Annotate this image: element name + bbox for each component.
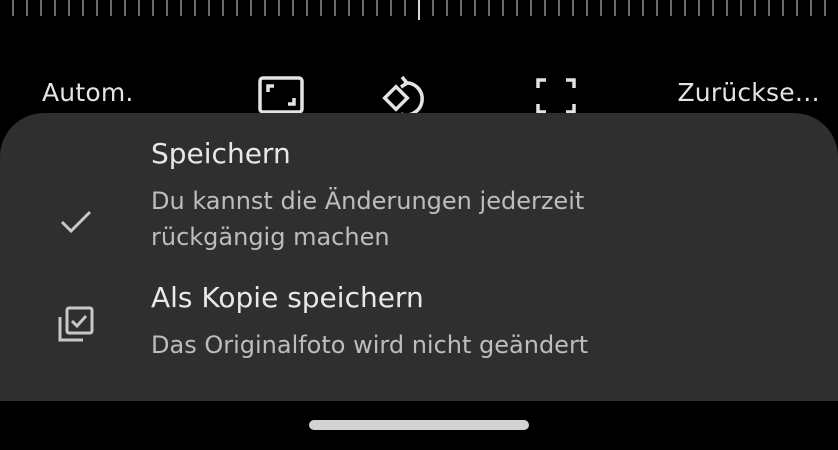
ruler-tick xyxy=(418,0,420,20)
ruler-tick xyxy=(278,0,280,16)
ruler-tick xyxy=(572,0,574,16)
ruler-tick xyxy=(474,0,476,16)
ruler-tick xyxy=(194,0,196,16)
ruler-tick xyxy=(600,0,602,16)
ruler-tick xyxy=(810,0,812,16)
ruler-tick xyxy=(376,0,378,16)
save-as-copy-option[interactable]: Als Kopie speichern Das Originalfoto wir… xyxy=(0,281,838,373)
ruler-tick xyxy=(530,0,532,16)
ruler-tick xyxy=(390,0,392,16)
rotation-ruler[interactable] xyxy=(0,0,838,22)
ruler-tick xyxy=(614,0,616,16)
ruler-tick xyxy=(236,0,238,16)
ruler-tick xyxy=(334,0,336,16)
ruler-tick xyxy=(26,0,28,16)
ruler-tick xyxy=(82,0,84,16)
ruler-tick xyxy=(110,0,112,16)
ruler-tick xyxy=(768,0,770,16)
save-as-copy-title: Als Kopie speichern xyxy=(151,281,424,314)
check-icon xyxy=(54,199,98,243)
ruler-tick xyxy=(824,0,826,16)
ruler-tick xyxy=(68,0,70,16)
ruler-tick xyxy=(726,0,728,16)
ruler-tick xyxy=(208,0,210,16)
ruler-tick xyxy=(754,0,756,16)
reset-button[interactable]: Zurückse… xyxy=(677,78,820,107)
ruler-tick xyxy=(292,0,294,16)
ruler-tick xyxy=(446,0,448,16)
ruler-tick xyxy=(670,0,672,16)
ruler-tick xyxy=(544,0,546,16)
ruler-tick xyxy=(348,0,350,16)
ruler-tick xyxy=(796,0,798,16)
ruler-tick xyxy=(516,0,518,16)
ruler-tick xyxy=(320,0,322,16)
save-option[interactable]: Speichern Du kannst die Änderungen jeder… xyxy=(0,137,838,255)
ruler-tick xyxy=(740,0,742,16)
ruler-tick xyxy=(54,0,56,16)
ruler-tick xyxy=(264,0,266,16)
ruler-tick xyxy=(460,0,462,16)
crop-toolbar: Autom. Zurückse… xyxy=(0,66,838,120)
ruler-tick xyxy=(586,0,588,16)
ruler-tick xyxy=(362,0,364,16)
library-add-check-icon xyxy=(54,303,98,347)
ruler-tick xyxy=(432,0,434,16)
ruler-tick xyxy=(656,0,658,16)
ruler-tick xyxy=(124,0,126,16)
save-options-sheet: Speichern Du kannst die Änderungen jeder… xyxy=(0,113,838,401)
ruler-tick xyxy=(782,0,784,16)
save-option-description: Du kannst die Änderungen jederzeit rückg… xyxy=(151,187,585,251)
ruler-tick xyxy=(628,0,630,16)
save-as-copy-description: Das Originalfoto wird nicht geändert xyxy=(151,331,589,359)
ruler-tick xyxy=(180,0,182,16)
ruler-tick xyxy=(684,0,686,16)
auto-button[interactable]: Autom. xyxy=(42,78,134,107)
ruler-tick xyxy=(642,0,644,16)
ruler-tick xyxy=(166,0,168,16)
save-option-title: Speichern xyxy=(151,137,291,170)
ruler-tick xyxy=(96,0,98,16)
ruler-tick xyxy=(712,0,714,16)
ruler-tick xyxy=(488,0,490,16)
photo-editor-screen: Autom. Zurückse… Speichern Du kannst die… xyxy=(0,0,838,450)
gesture-navigation-bar[interactable] xyxy=(309,420,529,430)
ruler-tick xyxy=(502,0,504,16)
ruler-tick xyxy=(12,0,14,16)
ruler-tick xyxy=(306,0,308,16)
ruler-tick xyxy=(558,0,560,16)
ruler-tick xyxy=(40,0,42,16)
ruler-tick xyxy=(698,0,700,16)
ruler-tick xyxy=(138,0,140,16)
ruler-tick xyxy=(222,0,224,16)
ruler-tick xyxy=(152,0,154,16)
ruler-tick xyxy=(404,0,406,16)
ruler-tick xyxy=(250,0,252,16)
